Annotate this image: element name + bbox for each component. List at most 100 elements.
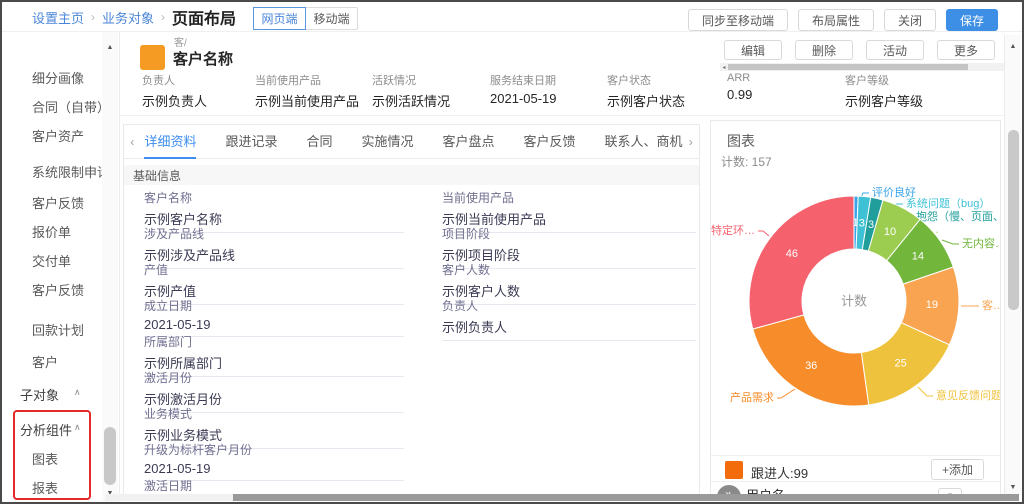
scroll-down-icon[interactable]: ▼ [1005,480,1021,494]
sidebar-item-customer-feedback-2[interactable]: 客户反馈 [32,280,84,299]
scroll-left-icon[interactable]: ◂ [720,63,728,71]
sidebar-item-delivery[interactable]: 交付单 [32,251,71,270]
sidebar-item-report[interactable]: 报表 [32,478,58,497]
field-owner[interactable]: 负责人示例负责人 [442,297,696,341]
field-value: 示例活跃情况 [372,91,450,110]
actions-scroll-thumb[interactable] [728,64,968,70]
header-field-customer-level[interactable]: 客户等级 示例客户等级 [845,72,923,110]
chevron-up-icon[interactable]: ∧ [74,422,81,433]
sidebar-item-customer-feedback[interactable]: 客户反馈 [32,193,84,212]
app-window: 设置主页 › 业务对象 › 页面布局 网页端 移动端 同步至移动端 布局属性 关… [0,0,1024,504]
field-label: 成立日期 [144,297,404,314]
tab-customer-review[interactable]: 客户盘点 [443,125,495,159]
activity-button[interactable]: 活动 [866,40,924,60]
delete-button[interactable]: 删除 [795,40,853,60]
record-title: 客户名称 [173,48,233,69]
label-leader-line [758,231,769,236]
field-benchmark-month[interactable]: 升级为标杆客户月份2021-05-19 [144,441,404,481]
vertical-scroll-thumb[interactable] [1008,130,1019,310]
tab-contacts-opportunities[interactable]: 联系人、商机 [605,125,683,159]
label-leader-line [777,389,795,398]
donut-center-label: 计数 [841,294,867,309]
tab-contract[interactable]: 合同 [306,125,332,159]
detail-card: ‹ 详细资料 跟进记录 合同 实施情况 客户盘点 客户反馈 联系人、商机 › 基… [123,124,700,499]
tab-implementation[interactable]: 实施情况 [361,125,413,159]
segment-label: 特定环… [711,223,755,237]
scroll-up-icon[interactable]: ▲ [1005,39,1021,53]
field-label: ARR [727,72,752,84]
edit-button[interactable]: 编辑 [724,40,782,60]
field-label: 当前使用产品 [255,72,359,88]
field-founded-date[interactable]: 成立日期 2021-05-19 [144,297,404,337]
header-field-customer-status[interactable]: 客户状态 示例客户状态 [607,72,685,110]
segment-value: 36 [805,360,817,372]
layout-properties-button[interactable]: 布局属性 [798,9,874,31]
segment-label: 抱怨（慢、页面、… [916,209,1001,223]
field-label: 涉及产品线 [144,225,404,242]
field-label: 升级为标杆客户月份 [144,441,404,458]
page-vertical-scrollbar[interactable]: ▲ ▼ [1004,35,1021,496]
follow-up-icon [725,461,743,479]
actions-scrollbar[interactable]: ◂ ▸ [720,63,1004,71]
field-label: 负责人 [442,297,696,314]
sidebar-item-segment-profile[interactable]: 细分画像 [32,68,84,87]
sidebar-section-analysis-components[interactable]: 分析组件 [20,420,72,439]
donut-chart[interactable]: 1评价良好3系统问题（bug）3抱怨（慢、页面、…10…14无内容…19客…25… [711,168,1001,446]
label-leader-line [918,387,933,396]
sidebar-item-quotation[interactable]: 报价单 [32,222,71,241]
more-button[interactable]: 更多 [937,40,995,60]
chart-card: 图表 计数: 157 1评价良好3系统问题（bug）3抱怨（慢、页面、…10…1… [710,120,1001,499]
toggle-web[interactable]: 网页端 [253,7,306,30]
field-label: 激活月份 [144,369,404,386]
scroll-up-icon[interactable]: ▲ [102,40,118,54]
field-label: 活跃情况 [372,72,450,88]
add-button[interactable]: +添加 [931,459,984,480]
chevron-up-icon[interactable]: ∧ [74,387,81,398]
header-field-current-product[interactable]: 当前使用产品 示例当前使用产品 [255,72,359,110]
close-button[interactable]: 关闭 [884,9,936,31]
breadcrumb: 设置主页 › 业务对象 › 页面布局 [32,2,236,32]
field-label: 客户状态 [607,72,685,88]
sidebar-item-customer-assets[interactable]: 客户资产 [32,126,84,145]
sync-to-mobile-button[interactable]: 同步至移动端 [688,9,788,31]
sidebar-item-chart[interactable]: 图表 [32,449,58,468]
segment-value: 10 [884,226,896,238]
field-label: 产值 [144,261,404,278]
page-horizontal-scrollbar[interactable] [105,494,1019,501]
breadcrumb-business-object[interactable]: 业务对象 [102,8,154,27]
segment-label: 评价良好 [872,185,916,199]
field-label: 当前使用产品 [442,189,696,206]
segment-value: 25 [894,358,906,370]
breadcrumb-separator: › [161,10,165,24]
tabs-scroll-right-icon[interactable]: › [683,135,699,149]
header-field-activity[interactable]: 活跃情况 示例活跃情况 [372,72,450,110]
field-label: 客户等级 [845,72,923,88]
segment-label: 产品需求 [730,390,774,404]
breadcrumb-home[interactable]: 设置主页 [32,8,84,27]
tabs-scroll-left-icon[interactable]: ‹ [124,135,140,149]
field-value: 2021-05-19 [144,317,404,332]
sidebar-item-contract-builtin[interactable]: 合同（自带） [32,97,110,116]
chart-title: 图表 [727,131,755,151]
header-field-service-end-date[interactable]: 服务结束日期 2021-05-19 [490,72,557,106]
sidebar-item-payment-plan[interactable]: 回款计划 [32,320,84,339]
record-header: 客/ 客户名称 负责人 示例负责人 当前使用产品 示例当前使用产品 活跃情况 示… [120,32,1004,116]
sidebar-scroll-thumb[interactable] [104,427,116,485]
tab-detail[interactable]: 详细资料 [144,125,196,159]
sidebar-section-child-objects[interactable]: 子对象 [20,385,59,404]
field-value: 示例客户状态 [607,91,685,110]
donut-segment[interactable] [749,196,854,329]
tab-customer-feedback[interactable]: 客户反馈 [524,125,576,159]
sidebar-item-customer[interactable]: 客户 [32,352,58,371]
toggle-mobile[interactable]: 移动端 [305,7,358,30]
sidebar-scrollbar[interactable]: ▲ ▼ [102,32,118,502]
record-avatar [140,45,165,70]
header-field-arr[interactable]: ARR 0.99 [727,72,752,102]
horizontal-scroll-thumb[interactable] [233,494,1019,501]
save-button[interactable]: 保存 [946,9,998,31]
sidebar: 细分画像 合同（自带） 客户资产 系统限制申请明细 客户反馈 报价单 交付单 客… [2,32,120,502]
tab-follow-records[interactable]: 跟进记录 [225,125,277,159]
field-value: 示例客户等级 [845,91,923,110]
view-toggle: 网页端 移动端 [253,7,358,30]
header-field-owner[interactable]: 负责人 示例负责人 [142,72,207,110]
